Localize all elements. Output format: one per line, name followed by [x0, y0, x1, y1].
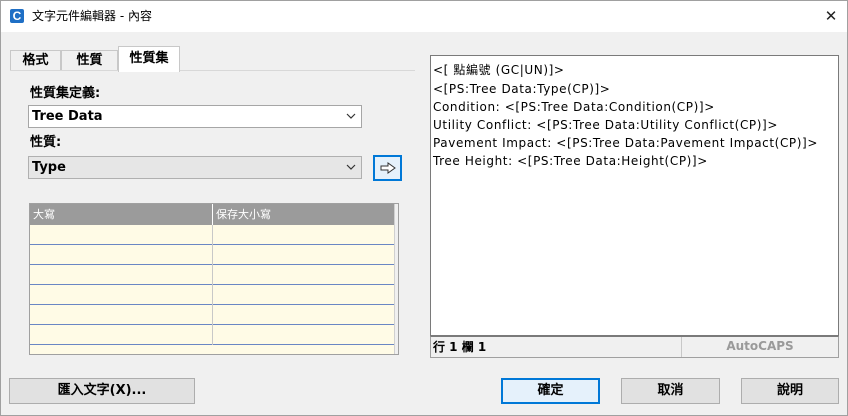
- editor-status-bar: 行 1 欄 1 AutoCAPS: [430, 336, 839, 358]
- help-button[interactable]: 說明: [741, 378, 839, 404]
- grid-cell-divider: [212, 225, 213, 245]
- grid-cell-divider: [212, 285, 213, 305]
- grid-column-header[interactable]: 大寫: [30, 204, 212, 225]
- autocaps-indicator[interactable]: AutoCAPS: [681, 337, 838, 357]
- cancel-button[interactable]: 取消: [621, 378, 720, 404]
- grid-column-header[interactable]: 保存大小寫: [212, 204, 394, 225]
- insert-property-button[interactable]: [373, 155, 402, 181]
- close-icon: ✕: [824, 7, 838, 25]
- tab-panel-divider: [10, 70, 415, 71]
- arrow-right-icon: [380, 162, 396, 174]
- editor-line: <[ 點編號 (GC|UN)]>: [433, 63, 565, 77]
- text-editor[interactable]: <[ 點編號 (GC|UN)]> <[PS:Tree Data:Type(CP)…: [430, 55, 839, 336]
- import-text-button[interactable]: 匯入文字(X)...: [9, 378, 195, 404]
- property-set-definition-value: Tree Data: [32, 109, 103, 124]
- grid-cell-divider: [212, 305, 213, 325]
- close-button[interactable]: ✕: [815, 1, 847, 32]
- grid-cell-divider: [212, 265, 213, 285]
- cursor-position: 行 1 欄 1: [433, 340, 487, 354]
- title-bar[interactable]: C 文字元件編輯器 - 內容 ✕: [1, 1, 847, 32]
- property-value: Type: [32, 160, 66, 175]
- tab-format[interactable]: 格式: [10, 50, 61, 71]
- grid-row[interactable]: [30, 265, 394, 285]
- grid-cell-divider: [212, 245, 213, 265]
- editor-line: <[PS:Tree Data:Type(CP)]>: [433, 82, 611, 96]
- editor-line: Utility Conflict: <[PS:Tree Data:Utility…: [433, 118, 778, 132]
- grid-row[interactable]: [30, 285, 394, 305]
- modifier-grid[interactable]: 大寫 保存大小寫: [29, 203, 399, 355]
- grid-row[interactable]: [30, 325, 394, 345]
- civil3d-app-icon: C: [10, 9, 24, 23]
- ok-button[interactable]: 確定: [501, 378, 600, 404]
- tab-properties[interactable]: 性質: [61, 50, 118, 71]
- text-component-editor-dialog: C 文字元件編輯器 - 內容 ✕ 格式 性質 性質集 性質集定義: Tree D…: [0, 0, 848, 416]
- tab-property-sets[interactable]: 性質集: [118, 46, 180, 72]
- window-title: 文字元件編輯器 - 內容: [32, 9, 152, 23]
- property-set-definition-dropdown[interactable]: Tree Data: [28, 105, 362, 128]
- property-label: 性質:: [30, 135, 62, 150]
- chevron-down-icon: [345, 106, 357, 127]
- property-dropdown[interactable]: Type: [28, 156, 362, 179]
- grid-cell-divider: [212, 325, 213, 345]
- grid-row[interactable]: [30, 305, 394, 325]
- grid-row[interactable]: [30, 245, 394, 265]
- grid-row[interactable]: [30, 225, 394, 245]
- editor-line: Pavement Impact: <[PS:Tree Data:Pavement…: [433, 136, 818, 150]
- chevron-down-icon: [345, 157, 357, 178]
- grid-header: 大寫 保存大小寫: [30, 204, 394, 225]
- editor-line: Tree Height: <[PS:Tree Data:Height(CP)]>: [433, 154, 708, 168]
- grid-scrollbar[interactable]: [394, 204, 398, 354]
- editor-line: Condition: <[PS:Tree Data:Condition(CP)]…: [433, 100, 715, 114]
- property-set-definition-label: 性質集定義:: [30, 86, 101, 101]
